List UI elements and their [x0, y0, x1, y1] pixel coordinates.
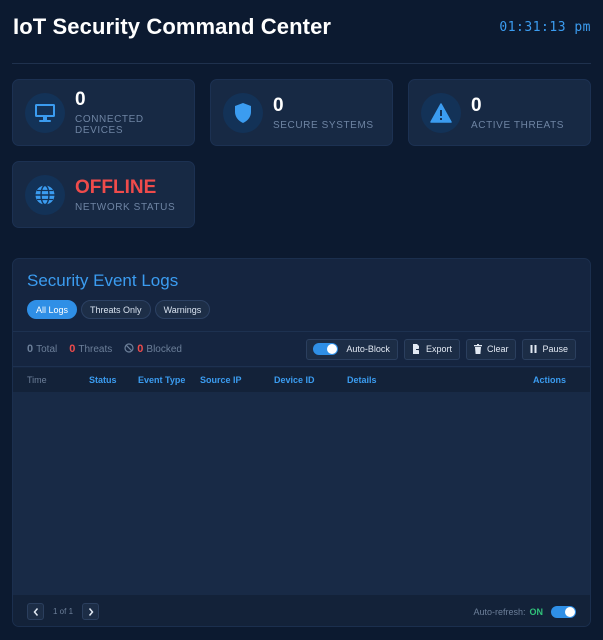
stat-label: ACTIVE THREATS: [471, 119, 565, 131]
table-header: Time Status Event Type Source IP Device …: [13, 368, 590, 392]
stat-value: 0: [471, 94, 482, 116]
toggle-switch-icon: [313, 343, 339, 355]
header-divider: [12, 63, 591, 64]
column-header-source-ip[interactable]: Source IP: [200, 375, 242, 385]
stat-value: 0: [273, 94, 284, 116]
app-header: IoT Security Command Center 01:31:13 pm: [13, 12, 591, 42]
globe-icon: [25, 174, 65, 215]
pause-icon: [530, 345, 537, 353]
table-footer: 1 of 1 Auto-refresh: ON: [13, 595, 590, 626]
previous-page-button[interactable]: [27, 603, 44, 620]
column-header-status[interactable]: Status: [89, 375, 117, 385]
column-header-time[interactable]: Time: [27, 375, 47, 385]
export-label: Export: [425, 344, 452, 354]
toolbar-actions: Auto-Block Export Clear Pause: [306, 338, 576, 360]
monitor-icon: [25, 92, 65, 133]
log-counts: 0 Total 0 Threats 0 Blocked: [27, 343, 182, 355]
clock: 01:31:13 pm: [499, 19, 591, 35]
export-button[interactable]: Export: [403, 338, 460, 360]
blocked-count-label: Blocked: [146, 344, 182, 355]
trash-icon: [473, 344, 482, 354]
column-header-details[interactable]: Details: [347, 375, 377, 385]
stat-label: NETWORK STATUS: [75, 201, 176, 213]
stat-card-active-threats: 0 ACTIVE THREATS: [408, 79, 591, 146]
chevron-right-icon: [88, 607, 94, 616]
blocked-count: 0 Blocked: [124, 343, 182, 355]
auto-refresh-toggle[interactable]: [551, 605, 576, 618]
total-count: 0 Total: [27, 343, 57, 355]
security-event-logs-panel: Security Event Logs All Logs Threats Onl…: [12, 258, 591, 627]
page-info: 1 of 1: [53, 607, 74, 616]
stat-label: SECURE SYSTEMS: [273, 119, 374, 131]
total-count-label: Total: [36, 344, 58, 355]
stat-label: CONNECTED DEVICES: [75, 114, 144, 136]
auto-refresh-label: Auto-refresh:: [473, 606, 526, 617]
clear-label: Clear: [486, 344, 509, 354]
network-status-value: OFFLINE: [75, 176, 157, 198]
column-header-actions[interactable]: Actions: [533, 375, 566, 385]
warning-icon: [421, 92, 461, 133]
shield-icon: [223, 92, 263, 133]
blocked-icon: [124, 343, 134, 353]
export-icon: [412, 344, 421, 354]
auto-block-label: Auto-Block: [346, 344, 390, 354]
logs-title: Security Event Logs: [27, 271, 179, 290]
auto-refresh: Auto-refresh: ON: [473, 605, 576, 618]
threats-count-label: Threats: [78, 344, 113, 355]
filter-warnings[interactable]: Warnings: [154, 300, 211, 319]
filter-all-logs[interactable]: All Logs: [27, 300, 78, 319]
chevron-left-icon: [33, 607, 38, 616]
blocked-count-value: 0: [137, 343, 144, 355]
filter-threats-only[interactable]: Threats Only: [81, 300, 151, 319]
logs-toolbar: 0 Total 0 Threats 0 Blocked Auto-Block E…: [13, 331, 590, 367]
clear-button[interactable]: Clear: [465, 338, 517, 360]
column-header-event-type[interactable]: Event Type: [138, 375, 185, 385]
threats-count-value: 0: [69, 343, 76, 355]
table-body: [13, 392, 590, 595]
column-header-device-id[interactable]: Device ID: [274, 375, 315, 385]
stat-value: 0: [75, 89, 86, 110]
stat-card-connected-devices: 0 CONNECTED DEVICES: [12, 79, 195, 146]
auto-block-toggle[interactable]: Auto-Block: [306, 338, 398, 360]
next-page-button[interactable]: [82, 603, 100, 620]
stat-card-network-status: OFFLINE NETWORK STATUS: [12, 161, 195, 228]
auto-refresh-state: ON: [529, 606, 544, 617]
total-count-value: 0: [27, 343, 34, 355]
pause-button[interactable]: Pause: [522, 338, 576, 360]
log-filters: All Logs Threats Only Warnings: [27, 300, 211, 319]
stat-card-secure-systems: 0 SECURE SYSTEMS: [210, 79, 393, 146]
page-title: IoT Security Command Center: [13, 14, 332, 39]
pause-label: Pause: [542, 344, 568, 354]
threats-count: 0 Threats: [69, 343, 112, 355]
